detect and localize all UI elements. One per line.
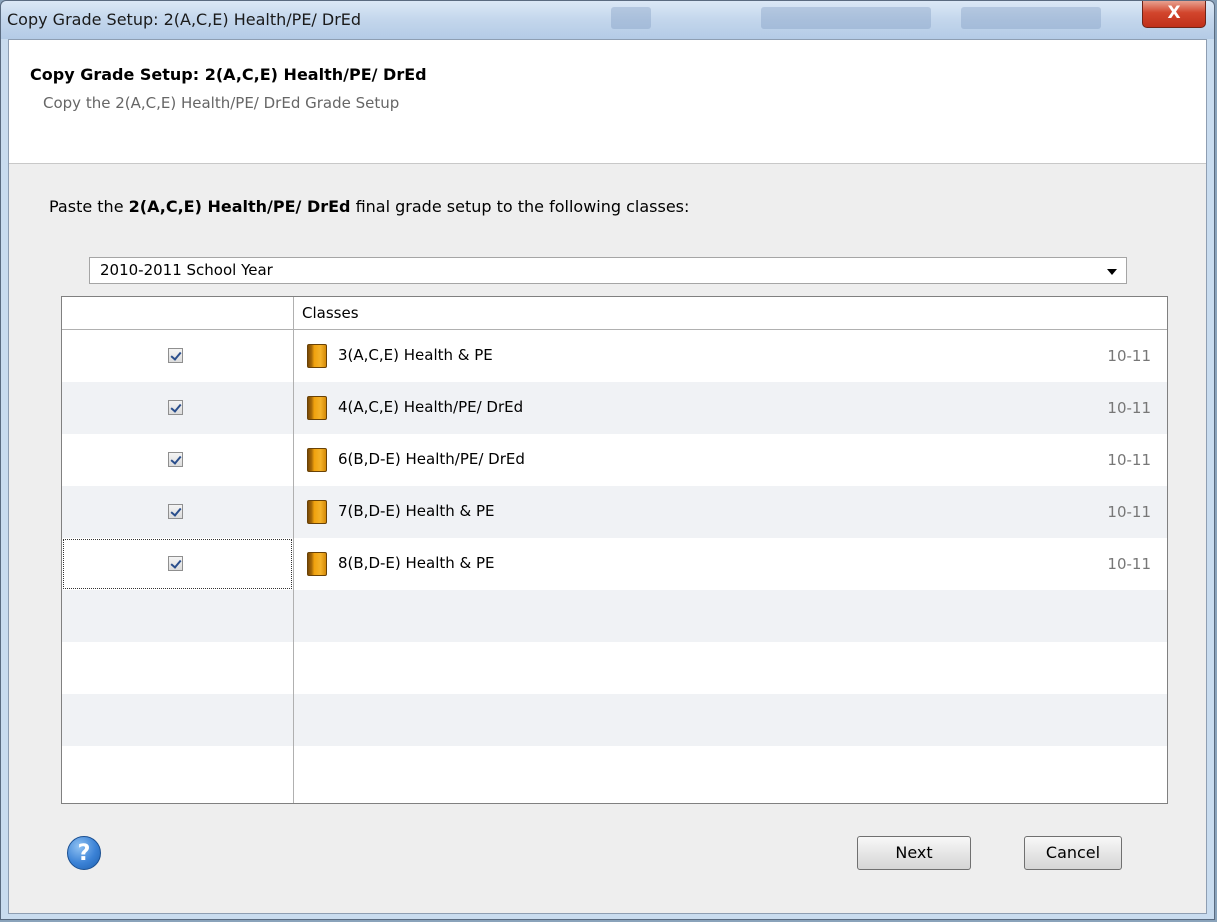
page-title: Copy Grade Setup: 2(A,C,E) Health/PE/ Dr… xyxy=(30,65,427,84)
class-term: 10-11 xyxy=(1107,347,1151,365)
empty-row xyxy=(62,746,1167,798)
empty-row xyxy=(62,694,1167,746)
empty-row xyxy=(62,642,1167,694)
instruction-prefix: Paste the xyxy=(49,197,129,216)
class-term: 10-11 xyxy=(1107,503,1151,521)
table-row[interactable]: 8(B,D-E) Health & PE 10-11 xyxy=(62,538,1167,590)
row-checkbox[interactable] xyxy=(168,400,183,415)
table-body: 3(A,C,E) Health & PE 10-11 4(A,C,E) Heal… xyxy=(62,330,1167,803)
instruction-text: Paste the 2(A,C,E) Health/PE/ DrEd final… xyxy=(49,197,689,216)
book-icon xyxy=(307,500,327,524)
background-blur xyxy=(761,7,931,29)
dialog-body: Copy Grade Setup: 2(A,C,E) Health/PE/ Dr… xyxy=(8,39,1207,914)
chevron-down-icon[interactable] xyxy=(1107,269,1117,275)
classes-column-header[interactable]: Classes xyxy=(302,304,359,322)
next-button[interactable]: Next xyxy=(857,836,971,870)
school-year-select[interactable]: 2010-2011 School Year xyxy=(89,257,1127,284)
background-blur xyxy=(611,7,651,29)
class-term: 10-11 xyxy=(1107,451,1151,469)
instruction-class-name: 2(A,C,E) Health/PE/ DrEd xyxy=(128,197,351,216)
dialog-window: Copy Grade Setup: 2(A,C,E) Health/PE/ Dr… xyxy=(0,0,1215,920)
empty-row xyxy=(62,590,1167,642)
row-checkbox[interactable] xyxy=(168,348,183,363)
classes-table: Classes 3(A,C,E) Health & PE 10-11 4(A,C… xyxy=(61,296,1168,804)
window-title: Copy Grade Setup: 2(A,C,E) Health/PE/ Dr… xyxy=(7,10,362,29)
row-checkbox[interactable] xyxy=(168,556,183,571)
close-button[interactable]: X xyxy=(1142,1,1206,28)
book-icon xyxy=(307,344,327,368)
table-row[interactable]: 3(A,C,E) Health & PE 10-11 xyxy=(62,330,1167,382)
header-panel: Copy Grade Setup: 2(A,C,E) Health/PE/ Dr… xyxy=(9,40,1206,164)
table-row[interactable]: 7(B,D-E) Health & PE 10-11 xyxy=(62,486,1167,538)
column-divider xyxy=(293,330,294,803)
title-bar[interactable]: Copy Grade Setup: 2(A,C,E) Health/PE/ Dr… xyxy=(1,1,1214,39)
class-term: 10-11 xyxy=(1107,399,1151,417)
table-row[interactable]: 4(A,C,E) Health/PE/ DrEd 10-11 xyxy=(62,382,1167,434)
class-name: 3(A,C,E) Health & PE xyxy=(338,346,493,364)
row-checkbox[interactable] xyxy=(168,452,183,467)
checkbox-column-header[interactable] xyxy=(62,297,294,329)
row-checkbox[interactable] xyxy=(168,504,183,519)
book-icon xyxy=(307,552,327,576)
class-term: 10-11 xyxy=(1107,555,1151,573)
cancel-button[interactable]: Cancel xyxy=(1024,836,1122,870)
page-subtitle: Copy the 2(A,C,E) Health/PE/ DrEd Grade … xyxy=(43,94,400,112)
class-name: 4(A,C,E) Health/PE/ DrEd xyxy=(338,398,524,416)
book-icon xyxy=(307,448,327,472)
table-header: Classes xyxy=(62,297,1167,330)
class-name: 7(B,D-E) Health & PE xyxy=(338,502,495,520)
instruction-suffix: final grade setup to the following class… xyxy=(350,197,690,216)
close-icon: X xyxy=(1167,3,1181,23)
background-blur xyxy=(961,7,1101,29)
school-year-value: 2010-2011 School Year xyxy=(100,261,273,279)
book-icon xyxy=(307,396,327,420)
table-row[interactable]: 6(B,D-E) Health/PE/ DrEd 10-11 xyxy=(62,434,1167,486)
class-name: 6(B,D-E) Health/PE/ DrEd xyxy=(338,450,525,468)
class-name: 8(B,D-E) Health & PE xyxy=(338,554,495,572)
help-icon[interactable]: ? xyxy=(67,836,101,870)
